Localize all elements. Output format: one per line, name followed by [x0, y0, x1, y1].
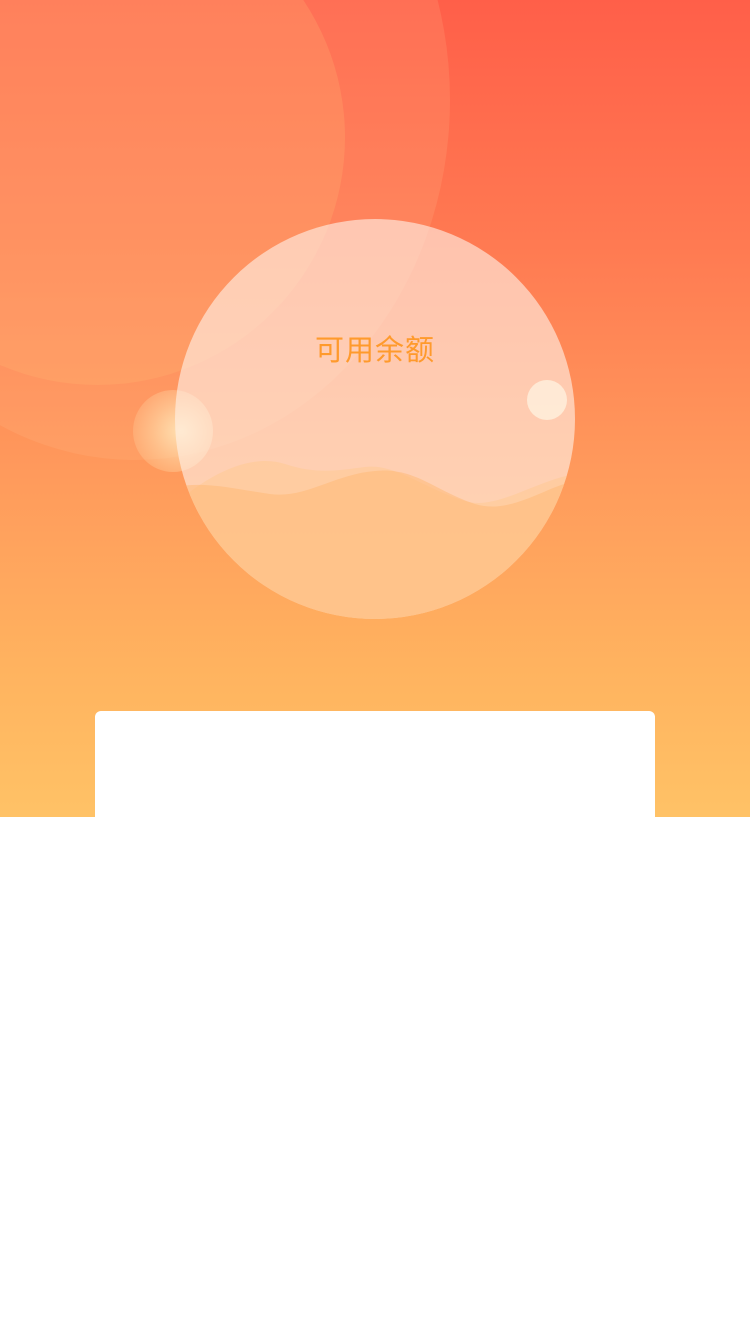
wallet-page: 可用余额: [0, 0, 750, 1334]
content-area: [0, 817, 750, 1334]
wave-illustration: [175, 460, 575, 619]
hero-background: 可用余额: [0, 0, 750, 817]
info-card: [95, 711, 655, 817]
balance-circle: 可用余额: [175, 219, 575, 619]
available-balance-title: 可用余额: [314, 333, 435, 367]
wave-front: [175, 470, 575, 619]
